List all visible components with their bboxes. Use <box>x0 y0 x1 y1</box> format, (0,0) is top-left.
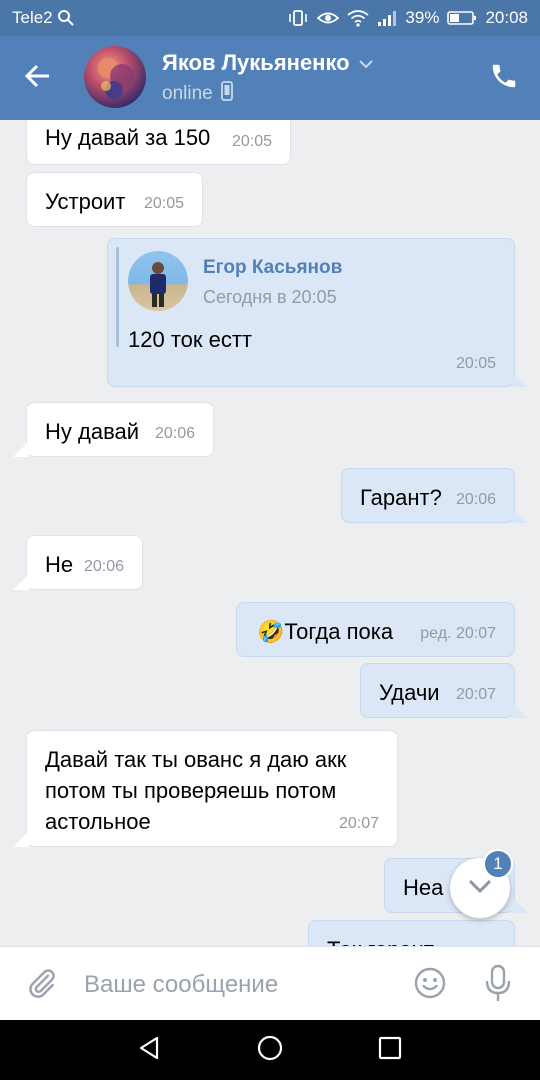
signal-icon <box>377 9 397 27</box>
arrow-left-icon <box>24 62 52 95</box>
battery-icon <box>447 9 477 27</box>
message-outgoing[interactable]: Так гарант <box>308 920 515 946</box>
chat-header: Яков Лукьяненко online <box>0 36 540 120</box>
forward-text: 120 ток естт <box>128 327 253 352</box>
triangle-back-icon <box>137 1035 163 1066</box>
emoji-button[interactable] <box>408 963 452 1007</box>
message-text: Давай так ты ованс я даю акк потом ты пр… <box>45 747 347 834</box>
message-incoming[interactable]: Ну давай 20:06 <box>13 402 214 457</box>
back-button[interactable] <box>14 54 62 102</box>
phone-icon <box>489 61 519 96</box>
paperclip-icon <box>26 967 58 1004</box>
message-outgoing-forwarded[interactable]: Егор Касьянов Сегодня в 20:05 120 ток ес… <box>107 238 528 387</box>
call-button[interactable] <box>482 56 526 100</box>
message-time: 20:06 <box>154 425 195 442</box>
contact-name-row[interactable]: Яков Лукьяненко <box>162 50 374 76</box>
system-nav-bar <box>0 1020 540 1080</box>
bubble-tail <box>512 897 528 913</box>
message-incoming[interactable]: Ну давай за 150 20:05 <box>26 120 291 165</box>
message-time: 20:06 <box>455 491 496 508</box>
smile-icon <box>413 966 447 1005</box>
message-time: 20:07 <box>455 686 496 703</box>
circle-home-icon <box>256 1034 284 1067</box>
clock: 20:08 <box>485 8 528 27</box>
bubble-tail <box>512 371 528 387</box>
forward-author-name[interactable]: Егор Касьянов <box>203 257 342 279</box>
status-bar: Tele2 39% 20:08 <box>0 0 540 36</box>
wifi-icon <box>347 9 369 27</box>
message-text-row: 🤣Тогда пока <box>257 616 393 647</box>
message-time: 20:05 <box>143 195 184 212</box>
message-time: 20:05 <box>455 355 496 372</box>
attach-button[interactable] <box>20 963 64 1007</box>
message-time: 20:07 <box>338 815 379 832</box>
bubble-tail <box>512 702 528 718</box>
bubble-tail <box>512 507 528 523</box>
unread-badge: 1 <box>483 849 513 879</box>
presence-row: online <box>162 81 233 107</box>
message-outgoing[interactable]: 🤣Тогда пока ред. 20:07 <box>236 602 515 657</box>
message-time: 20:05 <box>231 133 272 150</box>
message-text: Ну давай <box>45 419 140 444</box>
message-outgoing[interactable]: Удачи 20:07 <box>360 663 528 718</box>
forward-bar <box>116 247 119 347</box>
message-text: Ну давай за 150 <box>45 125 211 150</box>
message-text: Так гарант <box>327 934 434 946</box>
presence-status: online <box>162 83 213 104</box>
message-text: Удачи <box>379 680 440 705</box>
message-time: 20:06 <box>83 558 124 575</box>
message-time: ред. 20:07 <box>420 625 496 642</box>
message-text: Неа <box>403 875 444 900</box>
microphone-icon <box>483 963 513 1008</box>
contact-name: Яков Лукьяненко <box>162 50 350 75</box>
rofl-emoji: 🤣 <box>257 619 285 644</box>
bubble-tail <box>13 574 29 590</box>
nav-home-button[interactable] <box>248 1028 292 1072</box>
vibrate-icon <box>287 9 309 27</box>
bubble-tail <box>13 831 29 847</box>
message-composer <box>0 946 540 1020</box>
forward-date: Сегодня в 20:05 <box>203 287 337 307</box>
message-incoming[interactable]: Устроит 20:05 <box>26 172 203 227</box>
message-incoming[interactable]: Не 20:06 <box>13 535 143 590</box>
message-list[interactable]: Ну давай за 150 20:05 Устроит 20:05 Егор… <box>0 120 540 946</box>
message-text: Гарант? <box>360 485 442 510</box>
bubble-tail <box>13 441 29 457</box>
chevron-down-icon <box>467 878 493 899</box>
battery-percent: 39% <box>405 8 440 27</box>
nav-recents-button[interactable] <box>368 1028 412 1072</box>
message-text: Не <box>45 552 74 577</box>
message-incoming[interactable]: Давай так ты ованс я даю акк потом ты пр… <box>13 730 398 847</box>
square-recents-icon <box>378 1036 402 1065</box>
message-text: Устроит <box>45 189 126 214</box>
mobile-icon <box>220 81 233 107</box>
search-icon <box>57 9 75 27</box>
message-text: Тогда пока <box>284 619 394 644</box>
avatar[interactable] <box>84 46 146 108</box>
message-input[interactable] <box>84 963 384 1007</box>
eye-icon <box>317 9 340 27</box>
voice-message-button[interactable] <box>476 961 520 1009</box>
nav-back-button[interactable] <box>128 1028 172 1072</box>
chevron-down-icon <box>358 50 374 76</box>
message-outgoing[interactable]: Гарант? 20:06 <box>341 468 528 523</box>
forward-author-avatar[interactable] <box>128 251 188 311</box>
carrier-label: Tele2 <box>12 8 53 27</box>
